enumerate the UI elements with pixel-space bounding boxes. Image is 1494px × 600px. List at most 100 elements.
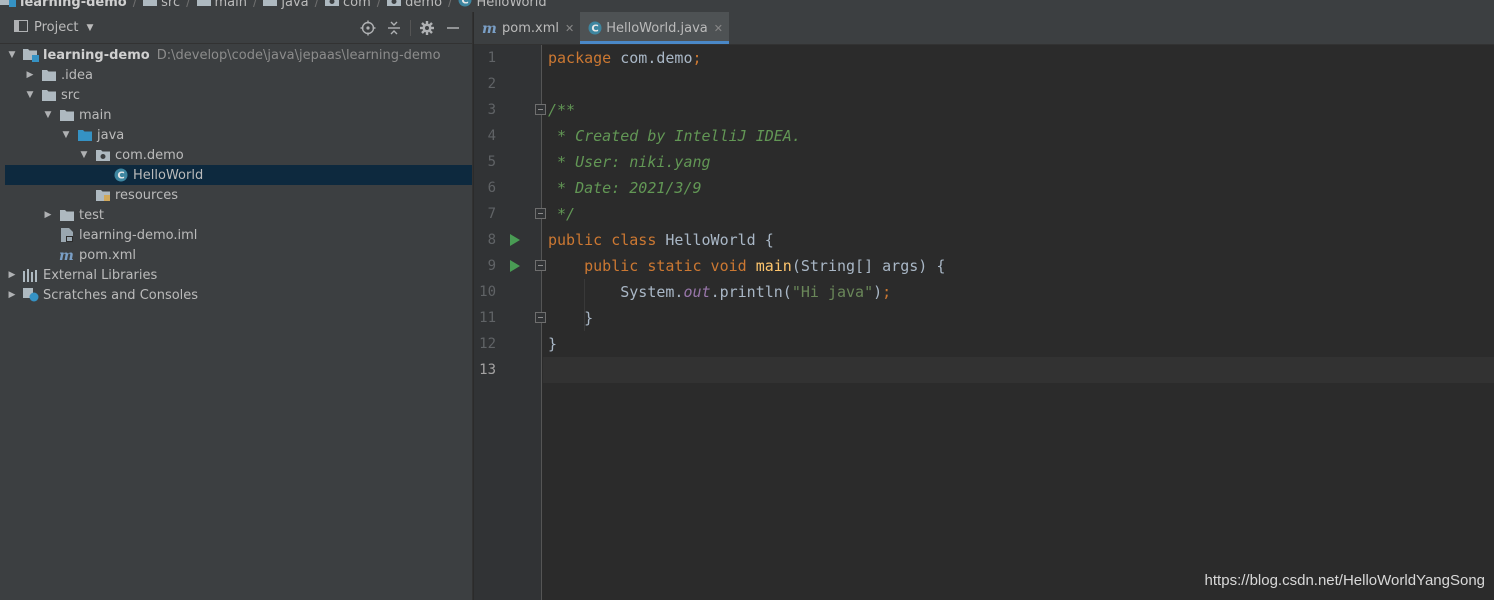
tree-item[interactable]: ▶ Scratches and Consoles bbox=[5, 285, 472, 305]
code-line[interactable]: */ bbox=[548, 201, 575, 227]
chevron-down-icon[interactable]: ▼ bbox=[86, 23, 93, 33]
tree-item[interactable]: ▶learning-demo.iml bbox=[5, 225, 472, 245]
breadcrumb-separator: / bbox=[132, 0, 138, 10]
code-line[interactable]: * Created by IntelliJ IDEA. bbox=[548, 123, 801, 149]
code-line[interactable]: /** bbox=[548, 97, 575, 123]
gear-icon[interactable] bbox=[414, 15, 440, 41]
svg-text:C: C bbox=[592, 24, 599, 35]
scratches-icon bbox=[23, 287, 39, 303]
code-line[interactable]: System. out .println("Hi java"); bbox=[548, 279, 891, 305]
breadcrumb-separator: / bbox=[448, 0, 453, 10]
tree-item[interactable]: ▶resources bbox=[5, 185, 472, 205]
project-panel: Project ▼ ▼ learning-demo D:\develop\code\… bbox=[0, 12, 473, 600]
code-line[interactable]: package com.demo; bbox=[548, 45, 702, 71]
tree-item-label: learning-demo bbox=[43, 47, 150, 63]
code-token: package bbox=[548, 49, 612, 67]
tree-item[interactable]: ▶ test bbox=[5, 205, 472, 225]
project-view-selector[interactable]: Project bbox=[34, 20, 78, 35]
resources-folder-icon bbox=[95, 187, 111, 203]
tree-item-label: java bbox=[97, 127, 125, 143]
code-line[interactable]: } bbox=[548, 305, 593, 331]
run-icon[interactable] bbox=[509, 233, 521, 247]
code-line[interactable]: * User: niki.yang bbox=[548, 149, 711, 175]
code-line[interactable]: } bbox=[548, 331, 557, 357]
locate-icon[interactable] bbox=[355, 15, 381, 41]
chevron-down-icon[interactable]: ▼ bbox=[25, 90, 35, 100]
tab-label: HelloWorld.java bbox=[606, 20, 708, 36]
line-number: 10 bbox=[479, 284, 496, 300]
java-class-icon: C bbox=[113, 167, 129, 183]
breadcrumb-item[interactable]: learning-demo bbox=[0, 0, 127, 11]
hide-icon[interactable] bbox=[440, 15, 466, 41]
chevron-down-icon[interactable]: ▼ bbox=[79, 150, 89, 160]
tree-item-label: src bbox=[61, 87, 80, 103]
tree-item-label: Scratches and Consoles bbox=[43, 287, 199, 303]
tree-item[interactable]: ▼ src bbox=[5, 85, 472, 105]
maven-icon: m bbox=[482, 21, 498, 35]
tree-item[interactable]: ▶ External Libraries bbox=[5, 265, 472, 285]
chevron-right-icon[interactable]: ▶ bbox=[25, 70, 35, 80]
breadcrumb-separator: / bbox=[314, 0, 320, 10]
tree-item[interactable]: ▼ com.demo bbox=[5, 145, 472, 165]
code-token: } bbox=[548, 309, 594, 327]
code-area[interactable]: package com.demo; /** * Created by Intell… bbox=[543, 45, 1494, 600]
folder-icon bbox=[263, 0, 278, 10]
tree-item[interactable]: ▼ main bbox=[5, 105, 472, 125]
chevron-down-icon[interactable]: ▼ bbox=[43, 110, 53, 120]
code-line[interactable]: * Date: 2021/3/9 bbox=[548, 175, 702, 201]
code-token: out bbox=[683, 283, 711, 301]
breadcrumb-item[interactable]: com bbox=[325, 0, 371, 10]
code-token: ; bbox=[882, 283, 892, 301]
iml-file-icon bbox=[59, 227, 75, 243]
run-icon[interactable] bbox=[509, 259, 521, 273]
project-tree: ▼ learning-demo D:\develop\code\java\jepaa… bbox=[5, 45, 472, 305]
editor-tab[interactable]: C HelloWorld.java ✕ bbox=[580, 12, 729, 44]
tree-item[interactable]: ▶mpom.xml bbox=[5, 245, 472, 265]
tree-item[interactable]: ▶ .idea bbox=[5, 65, 472, 85]
breadcrumb-item[interactable]: demo bbox=[387, 0, 442, 10]
tree-item-label: test bbox=[79, 207, 104, 223]
chevron-down-icon[interactable]: ▼ bbox=[61, 130, 71, 140]
code-token: public class bbox=[548, 231, 666, 249]
close-icon[interactable]: ✕ bbox=[714, 22, 723, 35]
chevron-right-icon[interactable]: ▶ bbox=[43, 210, 53, 220]
editor-tab[interactable]: m pom.xml ✕ bbox=[474, 12, 580, 44]
breadcrumb: learning-demo / src / main / java / com / demo / C He… bbox=[0, 0, 547, 11]
code-token: .println( bbox=[710, 283, 792, 301]
tree-item-label: .idea bbox=[61, 67, 93, 83]
tree-item[interactable]: ▶CHelloWorld bbox=[5, 165, 472, 185]
code-line[interactable]: public class HelloWorld { bbox=[548, 227, 774, 253]
breadcrumb-item[interactable]: C HelloWorld bbox=[458, 0, 547, 11]
breadcrumb-item[interactable]: java bbox=[263, 0, 309, 10]
chevron-right-icon[interactable]: ▶ bbox=[7, 290, 17, 300]
folder-icon bbox=[41, 87, 57, 103]
breadcrumb-separator: / bbox=[252, 0, 258, 10]
chevron-right-icon[interactable]: ▶ bbox=[7, 270, 17, 280]
folder-icon bbox=[143, 0, 158, 10]
breadcrumb-label: HelloWorld bbox=[476, 0, 547, 10]
code-token: ) bbox=[873, 283, 883, 301]
project-panel-header: Project ▼ bbox=[0, 12, 472, 44]
source-folder-icon bbox=[77, 127, 93, 143]
line-number: 3 bbox=[487, 102, 496, 118]
editor: m pom.xml ✕ C HelloWorld.java ✕ 1 2 3 4 5 6 7 8 9 10 11… bbox=[474, 12, 1494, 600]
code-token: HelloWorld { bbox=[665, 231, 774, 249]
close-icon[interactable]: ✕ bbox=[565, 22, 574, 35]
collapse-all-icon[interactable] bbox=[381, 15, 407, 41]
code-line[interactable]: public static void main (String[] args) { bbox=[548, 253, 945, 279]
breadcrumb-label: src bbox=[161, 0, 181, 10]
code-token: } bbox=[548, 335, 558, 353]
breadcrumb-separator: / bbox=[186, 0, 191, 10]
chevron-down-icon[interactable]: ▼ bbox=[7, 50, 17, 60]
line-number: 2 bbox=[487, 76, 496, 92]
breadcrumb-item[interactable]: src bbox=[143, 0, 180, 10]
java-class-icon: C bbox=[588, 21, 602, 35]
folder-icon bbox=[59, 207, 75, 223]
tree-item-label: pom.xml bbox=[79, 247, 136, 263]
java-class-icon: C bbox=[458, 0, 472, 11]
tree-item[interactable]: ▼ java bbox=[5, 125, 472, 145]
tree-item[interactable]: ▼ learning-demo D:\develop\code\java\jepaa… bbox=[5, 45, 472, 65]
breadcrumb-item[interactable]: main bbox=[196, 0, 247, 10]
tree-item-label: main bbox=[79, 107, 112, 123]
package-icon bbox=[387, 0, 402, 10]
